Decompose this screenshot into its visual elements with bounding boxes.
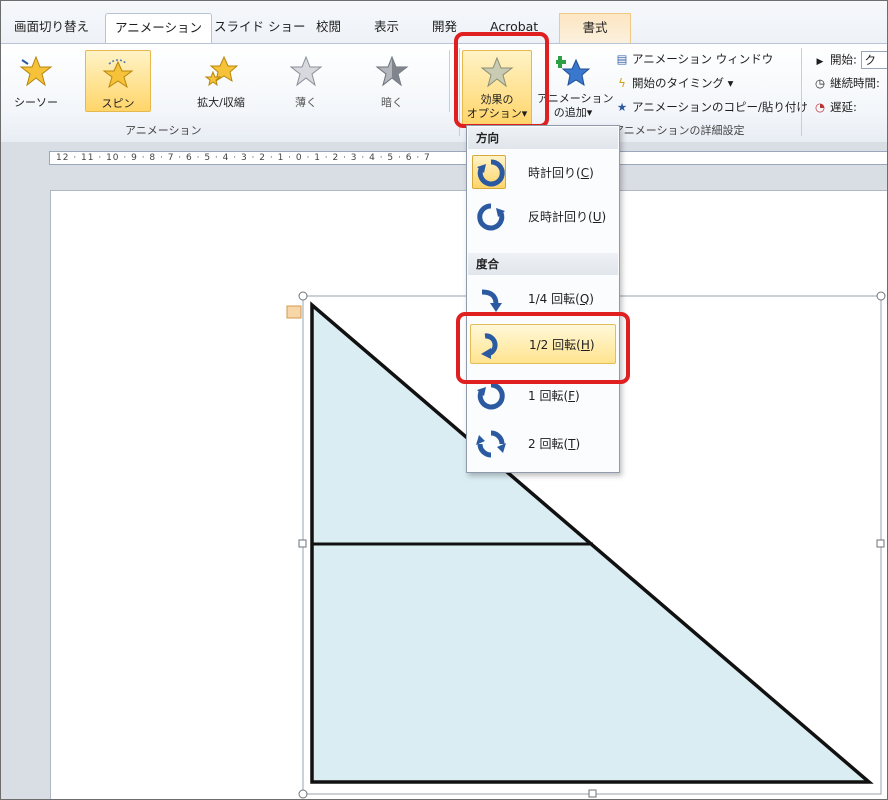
- tab-view[interactable]: 表示: [365, 13, 408, 43]
- animation-painter-button[interactable]: ★ アニメーションのコピー/貼り付け: [615, 99, 808, 115]
- menu-item-label: 1/4 回転: [528, 292, 576, 306]
- menu-item-accelerator: C: [580, 166, 590, 180]
- effect-spin-button[interactable]: スピン: [85, 50, 151, 112]
- darken-star-icon: [375, 55, 409, 87]
- desaturate-star-icon: [289, 55, 323, 87]
- add-animation-line2: の追加: [553, 106, 587, 119]
- group-separator: [801, 48, 802, 136]
- menu-item-accelerator: F: [568, 389, 576, 403]
- timing-start-label: 開始:: [830, 52, 857, 67]
- tab-transitions[interactable]: 画面切り替え: [5, 13, 98, 43]
- effect-desaturate-button[interactable]: 薄く: [271, 50, 341, 112]
- timing-duration: ◷ 継続時間:: [813, 75, 880, 91]
- play-triangle-icon: ▶: [816, 56, 824, 67]
- menu-item-label: 反時計回り: [528, 210, 589, 224]
- full-turn-icon: [477, 382, 505, 410]
- effect-label: 薄く: [295, 96, 317, 109]
- menu-item-label: 1 回転: [528, 389, 564, 403]
- menu-item-two-turns[interactable]: 2 回転(T): [470, 424, 616, 464]
- tab-review[interactable]: 校閲: [307, 13, 350, 43]
- resize-handle[interactable]: [588, 789, 597, 798]
- effect-label: シーソー: [14, 96, 58, 109]
- menu-item-label: 2 回転: [528, 437, 564, 451]
- chevron-down-icon: ▾: [586, 106, 593, 119]
- menu-section-amount: 度合: [468, 253, 618, 275]
- animation-order-tag[interactable]: [286, 305, 302, 319]
- resize-handle[interactable]: [298, 291, 308, 301]
- trigger-lightning-icon: ϟ: [618, 76, 626, 90]
- clockwise-icon: [477, 159, 505, 187]
- counterclockwise-icon: [477, 203, 505, 231]
- delay-clock-icon: ◔: [814, 100, 826, 114]
- spin-star-icon: [102, 59, 134, 89]
- animation-pane-button[interactable]: ▤ アニメーション ウィンドウ: [615, 51, 774, 67]
- timing-delay-label: 遅延:: [830, 100, 857, 114]
- highlight-half-turn: [456, 312, 630, 384]
- tab-slideshow[interactable]: スライド ショー: [205, 13, 314, 43]
- resize-handle[interactable]: [876, 291, 886, 301]
- resize-handle[interactable]: [298, 539, 307, 548]
- tab-format[interactable]: 書式: [559, 13, 631, 43]
- timing-start: ▶ 開始: ク: [813, 51, 887, 69]
- seesaw-star-icon: [19, 55, 53, 87]
- animation-painter-icon: ★: [616, 100, 628, 114]
- menu-item-accelerator: Q: [579, 292, 590, 306]
- two-turns-icon: [476, 430, 506, 458]
- ruler-ticks: 12 · 11 · 10 · 9 · 8 · 7 · 6 · 5 · 4 · 3…: [56, 153, 431, 163]
- animation-pane-icon: ▤: [616, 52, 628, 66]
- menu-item-label: 時計回り: [528, 166, 577, 180]
- menu-item-accelerator: T: [568, 437, 576, 451]
- animation-painter-label: アニメーションのコピー/貼り付け: [632, 100, 808, 114]
- menu-item-clockwise[interactable]: 時計回り(C): [470, 153, 616, 193]
- effect-label: スピン: [101, 97, 135, 110]
- effect-label: 拡大/収縮: [197, 96, 245, 109]
- resize-handle[interactable]: [876, 539, 885, 548]
- effect-seesaw-button[interactable]: シーソー: [3, 50, 69, 112]
- effect-options-menu: 方向 時計回り(C) 反時計回り(U) 度合 1/4 回転(Q) 1/2 回転(…: [466, 125, 620, 473]
- menu-section-direction: 方向: [468, 127, 618, 149]
- group-label-advanced: アニメーションの詳細設定: [613, 124, 745, 137]
- ribbon-tab-bar: 画面切り替え アニメーション スライド ショー 校閲 表示 開発 Acrobat…: [1, 1, 887, 43]
- animation-pane-label: アニメーション ウィンドウ: [632, 52, 774, 66]
- effect-label: 暗く: [381, 96, 403, 109]
- timing-start-select[interactable]: ク: [860, 51, 887, 69]
- trigger-button[interactable]: ϟ 開始のタイミング ▾: [615, 75, 733, 91]
- clock-icon: ◷: [814, 76, 826, 90]
- highlight-effect-options: [454, 32, 549, 128]
- add-animation-star-icon: [556, 56, 590, 87]
- menu-item-accelerator: U: [592, 210, 602, 224]
- trigger-label: 開始のタイミング ▾: [632, 76, 734, 90]
- grow-shrink-star-icon: [204, 55, 238, 87]
- ribbon: シーソー スピン 拡大/収縮 薄く 暗く 効果の オプション▾ アニメーション …: [1, 43, 887, 143]
- effect-grow-shrink-button[interactable]: 拡大/収縮: [183, 50, 259, 112]
- group-label-animation: アニメーション: [125, 124, 202, 137]
- resize-handle[interactable]: [298, 789, 308, 799]
- quarter-turn-icon: [481, 289, 502, 312]
- tab-animations[interactable]: アニメーション: [105, 13, 213, 43]
- effect-darken-button[interactable]: 暗く: [357, 50, 427, 112]
- powerpoint-window: 画面切り替え アニメーション スライド ショー 校閲 表示 開発 Acrobat…: [0, 0, 888, 800]
- timing-delay: ◔ 遅延:: [813, 99, 857, 115]
- menu-item-counterclockwise[interactable]: 反時計回り(U): [470, 197, 616, 237]
- timing-duration-label: 継続時間:: [830, 76, 880, 90]
